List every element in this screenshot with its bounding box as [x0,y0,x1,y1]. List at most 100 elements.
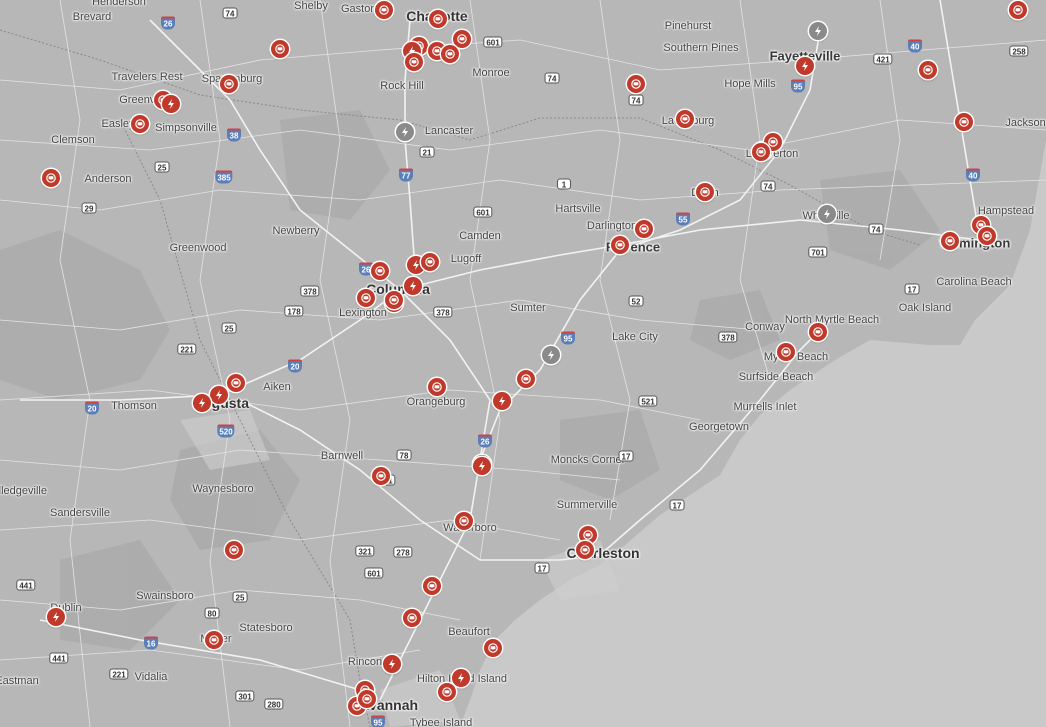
station-marker-icon[interactable] [385,291,403,309]
us-route-shield: 21 [419,146,435,158]
station-marker-icon[interactable] [375,1,393,19]
interstate-shield: 20 [288,359,302,373]
interstate-shield: 95 [371,715,385,727]
us-route-shield: 521 [638,395,658,407]
station-marker-icon[interactable] [403,609,421,627]
station-marker-icon[interactable] [752,143,770,161]
station-marker-icon[interactable] [441,45,459,63]
charger-marker-icon[interactable] [162,95,180,113]
us-route-shield: 601 [364,567,384,579]
us-route-shield: 74 [868,223,884,235]
station-marker-icon[interactable] [611,236,629,254]
us-route-shield: 178 [284,305,304,317]
charger-marker-icon[interactable] [796,57,814,75]
interstate-shield: 77 [399,168,413,182]
interstate-shield: 520 [217,424,235,438]
inactive-charger-icon[interactable] [818,205,836,223]
station-marker-icon[interactable] [517,370,535,388]
inactive-charger-icon[interactable] [542,346,560,364]
us-route-shield: 378 [300,285,320,297]
charger-marker-icon[interactable] [473,457,491,475]
us-route-shield: 378 [433,306,453,318]
us-route-shield: 29 [81,202,97,214]
us-route-shield: 52 [628,295,644,307]
charger-marker-icon[interactable] [493,392,511,410]
interstate-shield: 55 [676,212,690,226]
station-marker-icon[interactable] [225,541,243,559]
station-marker-icon[interactable] [809,323,827,341]
station-marker-icon[interactable] [358,690,376,708]
us-route-shield: 74 [760,180,776,192]
station-marker-icon[interactable] [696,183,714,201]
us-route-shield: 321 [355,545,375,557]
interstate-shield: 38 [227,128,241,142]
station-marker-icon[interactable] [429,10,447,28]
us-route-shield: 421 [873,53,893,65]
station-marker-icon[interactable] [405,53,423,71]
station-marker-icon[interactable] [428,378,446,396]
interstate-shield: 385 [215,170,233,184]
station-marker-icon[interactable] [220,75,238,93]
us-route-shield: 221 [177,343,197,355]
charger-marker-icon[interactable] [452,669,470,687]
station-marker-icon[interactable] [42,169,60,187]
us-route-shield: 1 [557,178,571,190]
station-marker-icon[interactable] [227,374,245,392]
station-marker-icon[interactable] [455,512,473,530]
charger-marker-icon[interactable] [404,277,422,295]
charger-marker-icon[interactable] [210,386,228,404]
station-marker-icon[interactable] [635,220,653,238]
station-marker-icon[interactable] [919,61,937,79]
interstate-shield: 40 [908,39,922,53]
station-marker-icon[interactable] [978,227,996,245]
us-route-shield: 17 [534,562,550,574]
charger-marker-icon[interactable] [383,655,401,673]
charger-marker-icon[interactable] [47,608,65,626]
interstate-shield: 26 [161,16,175,30]
station-marker-icon[interactable] [676,110,694,128]
station-marker-icon[interactable] [453,30,471,48]
station-marker-icon[interactable] [357,289,375,307]
station-marker-icon[interactable] [955,113,973,131]
us-route-shield: 601 [473,206,493,218]
us-route-shield: 17 [669,499,685,511]
us-route-shield: 80 [204,607,220,619]
us-route-shield: 278 [393,546,413,558]
us-route-shield: 441 [49,652,69,664]
map-canvas[interactable]: CharlotteFayettevilleColumbiaAugustaChar… [0,0,1046,727]
interstate-shield: 26 [478,434,492,448]
us-route-shield: 78 [396,449,412,461]
us-route-shield: 441 [16,579,36,591]
station-marker-icon[interactable] [131,115,149,133]
station-marker-icon[interactable] [423,577,441,595]
station-marker-icon[interactable] [627,75,645,93]
station-marker-icon[interactable] [941,232,959,250]
inactive-charger-icon[interactable] [396,123,414,141]
station-marker-icon[interactable] [438,683,456,701]
station-marker-icon[interactable] [271,40,289,58]
us-route-shield: 25 [221,322,237,334]
station-marker-icon[interactable] [484,639,502,657]
us-route-shield: 25 [232,591,248,603]
us-route-shield: 280 [264,698,284,710]
interstate-shield: 95 [561,331,575,345]
station-marker-icon[interactable] [777,343,795,361]
interstate-shield: 40 [966,168,980,182]
us-route-shield: 221 [109,668,129,680]
station-marker-icon[interactable] [576,541,594,559]
us-route-shield: 25 [154,161,170,173]
us-route-shield: 258 [1009,45,1029,57]
us-route-shield: 17 [904,283,920,295]
station-marker-icon[interactable] [372,467,390,485]
station-marker-icon[interactable] [205,631,223,649]
map-base [0,0,1046,727]
inactive-charger-icon[interactable] [809,22,827,40]
charger-marker-icon[interactable] [193,394,211,412]
us-route-shield: 74 [628,94,644,106]
station-marker-icon[interactable] [1009,1,1027,19]
station-marker-icon[interactable] [421,253,439,271]
interstate-shield: 20 [85,401,99,415]
station-marker-icon[interactable] [371,262,389,280]
interstate-shield: 95 [791,79,805,93]
us-route-shield: 17 [618,450,634,462]
